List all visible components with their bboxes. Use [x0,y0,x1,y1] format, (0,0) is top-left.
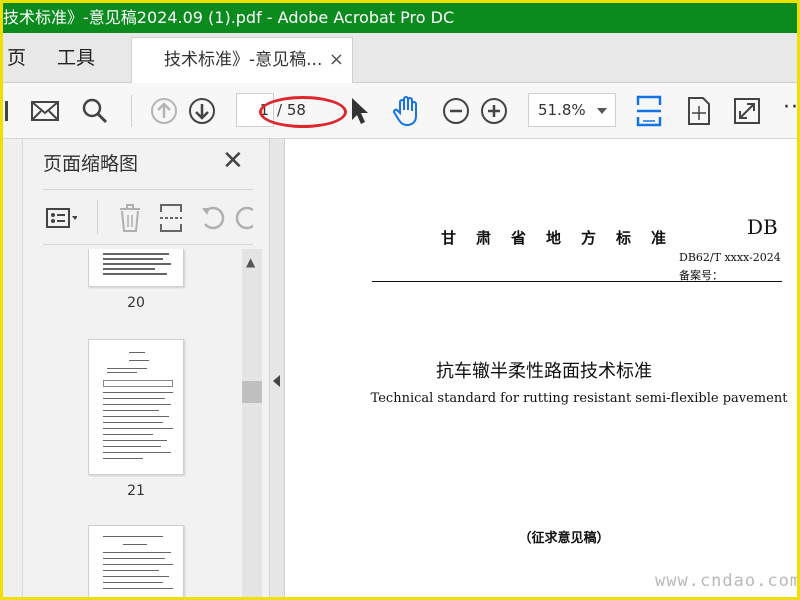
more-tools-button[interactable]: ··· [783,95,797,120]
thumbnail-page[interactable] [88,339,184,475]
zoom-in-icon[interactable] [478,95,510,127]
doc-title-english: Technical standard for rutting resistant… [370,391,788,406]
collapse-panel-icon[interactable] [273,375,280,387]
doc-status: （征求意见稿） [518,531,610,546]
thumbnail-page-number: 21 [127,483,145,499]
tab-document[interactable]: 技术标准》-意见稿... × [131,37,353,83]
document-page: 甘肃省地方标准 DB DB62/T xxxx-2024 备案号： 抗车辙半柔性路… [285,139,800,597]
tab-close-button[interactable]: × [329,38,344,82]
site-watermark: www.cndao.com [655,571,800,591]
hand-tool-icon[interactable] [391,95,423,127]
doc-db-label: DB [747,215,778,239]
doc-title-chinese: 抗车辙半柔性路面技术标准 [436,361,652,382]
tab-tools[interactable]: 工具 [57,33,95,83]
doc-standard-code: DB62/T xxxx-2024 [679,251,781,264]
page-up-icon[interactable] [148,95,180,127]
zoom-out-icon[interactable] [440,95,472,127]
search-icon[interactable] [79,95,111,127]
window-title: 技术标准》-意见稿2024.09 (1).pdf - Adobe Acrobat… [3,8,455,27]
scrollbar-thumb[interactable] [242,381,262,403]
toolbar-divider [131,95,132,127]
fit-page-icon[interactable] [633,95,665,127]
doc-divider [372,281,782,282]
panel-toolbar [43,189,253,245]
toolbar: 1 / 58 51.8% ··· [3,83,797,139]
insert-page-icon[interactable] [155,202,187,234]
thumbnail-list: 20 21 [24,249,242,597]
thumbnail-page[interactable] [88,249,184,287]
app-window: 技术标准》-意见稿2024.09 (1).pdf - Adobe Acrobat… [0,0,800,600]
select-cursor-icon[interactable] [343,95,375,127]
redo-icon[interactable] [233,202,253,234]
doc-header: 甘肃省地方标准 [441,229,687,247]
panel-close-button[interactable]: ✕ [222,148,244,174]
scroll-up-icon[interactable]: ▲ [246,255,255,269]
email-icon[interactable] [29,95,61,127]
panel-splitter[interactable] [269,139,285,597]
page-thumbnails-panel: 页面缩略图 ✕ 20 21 ▲ [24,139,269,597]
navigation-pane-strip [3,139,23,597]
fullscreen-icon[interactable] [731,95,763,127]
thumbnail-scrollbar[interactable]: ▲ [242,249,262,597]
delete-page-icon[interactable] [114,202,146,234]
title-bar: 技术标准》-意见稿2024.09 (1).pdf - Adobe Acrobat… [3,3,797,33]
page-down-icon[interactable] [186,95,218,127]
panel-toolbar-divider [97,200,98,234]
tab-bar: 页 工具 技术标准》-意见稿... × [3,33,797,83]
thumbnail-page[interactable] [88,525,184,597]
thumbnail-page-number: 20 [127,295,145,311]
full-width-icon[interactable] [683,95,715,127]
zoom-value: 51.8% [538,101,586,119]
panel-title: 页面缩略图 [43,153,139,175]
chevron-down-icon [597,108,607,114]
options-menu-icon[interactable] [45,202,77,234]
zoom-select[interactable]: 51.8% [528,93,616,127]
undo-icon[interactable] [197,202,229,234]
previous-tool-icon[interactable] [3,95,17,127]
annotation-oval [259,96,347,128]
tab-document-label: 技术标准》-意见稿... [164,50,323,70]
tab-home[interactable]: 页 [7,33,26,83]
